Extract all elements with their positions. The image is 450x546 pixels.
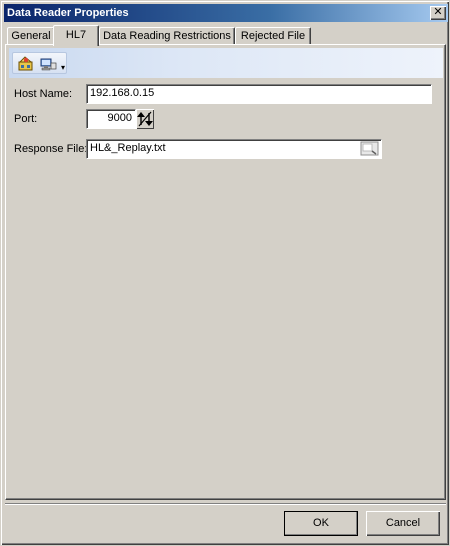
ok-button[interactable]: OK: [284, 511, 358, 536]
host-name-input[interactable]: 192.168.0.15: [86, 84, 432, 104]
tab-general[interactable]: General: [7, 27, 55, 45]
window-title: Data Reader Properties: [7, 7, 129, 19]
connect-icon[interactable]: [17, 56, 35, 72]
toolbar: ▾: [9, 48, 443, 78]
toolbar-group: ▾: [12, 52, 67, 74]
tab-panel-hl7: ▾ Host Name: 192.168.0.15 Port: 9000 Res…: [5, 44, 446, 500]
tab-data-reading-restrictions[interactable]: Data Reading Restrictions: [99, 27, 235, 45]
chevron-down-icon: ▾: [60, 63, 65, 72]
port-spinner[interactable]: [136, 109, 154, 129]
browse-file-button[interactable]: [360, 141, 380, 157]
response-file-input[interactable]: HL&_Replay.txt: [86, 139, 382, 159]
title-bar[interactable]: Data Reader Properties ✕: [4, 4, 448, 22]
footer-separator: [5, 503, 446, 505]
port-label: Port:: [14, 113, 38, 125]
close-icon: ✕: [433, 6, 443, 18]
dialog-window: Data Reader Properties ✕ General HL7 Dat…: [0, 0, 450, 546]
close-button[interactable]: ✕: [430, 6, 446, 20]
toolbar-overflow-button[interactable]: ▾: [59, 63, 67, 73]
tab-rejected-file[interactable]: Rejected File: [235, 27, 311, 45]
cancel-button[interactable]: Cancel: [366, 511, 440, 536]
browse-icon: [360, 141, 379, 156]
network-computer-icon[interactable]: [39, 56, 57, 72]
tab-hl7[interactable]: HL7: [53, 25, 99, 46]
host-name-label: Host Name:: [14, 88, 73, 100]
response-file-label: Response File:: [14, 143, 88, 155]
spin-arrows-icon: [137, 111, 153, 127]
tab-strip: General HL7 Data Reading Restrictions Re…: [7, 25, 447, 46]
port-input[interactable]: 9000: [86, 109, 136, 129]
